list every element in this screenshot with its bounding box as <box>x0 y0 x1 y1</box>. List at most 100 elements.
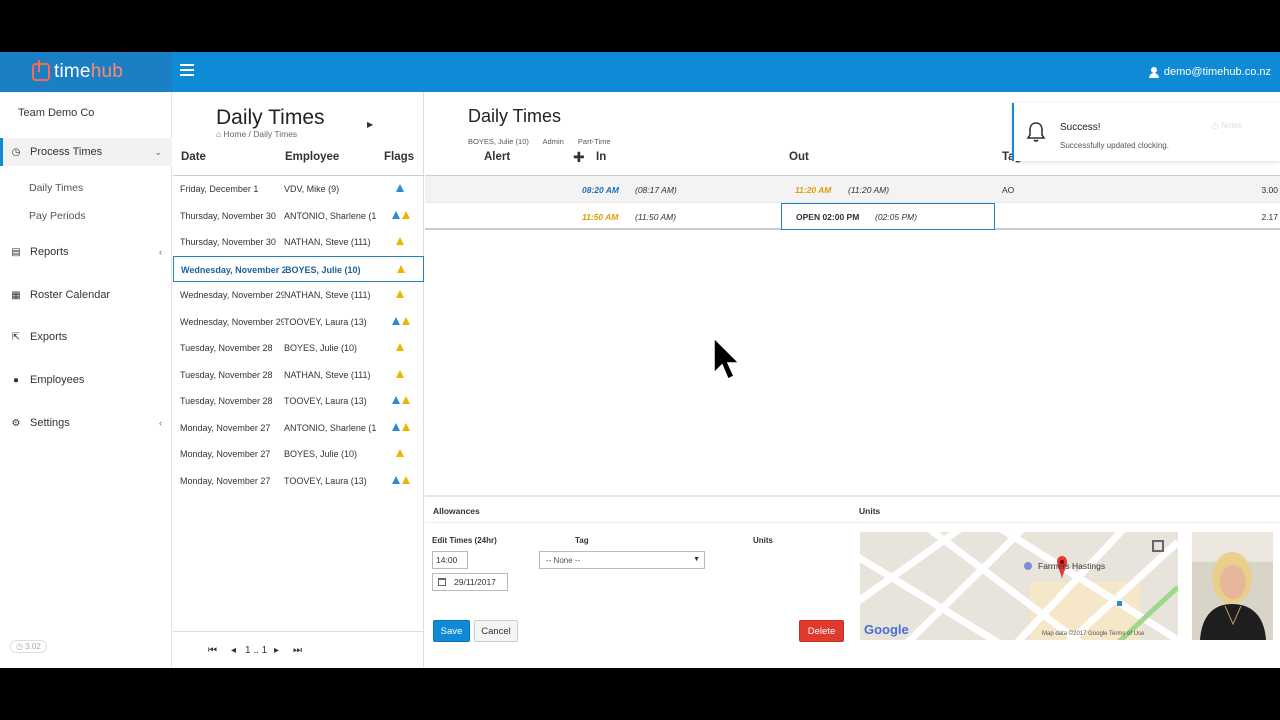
row-employee: BOYES, Julie (10) <box>284 343 358 353</box>
time-input[interactable] <box>432 551 468 569</box>
employment-type: Part-Time <box>577 137 611 146</box>
row-flags <box>392 316 422 328</box>
units-header: Units <box>859 506 881 516</box>
warning-flag-icon <box>402 422 410 431</box>
logo-icon <box>32 60 50 81</box>
clocking-table: 08:20 AM (08:17 AM) 11:20 AM (11:20 AM) … <box>425 175 1280 230</box>
info-flag-icon <box>392 422 400 431</box>
column-header-date[interactable]: Date <box>181 151 206 163</box>
edit-times-label: Edit Times (24hr) <box>432 536 497 545</box>
google-logo: Google <box>864 622 909 637</box>
list-item[interactable]: Friday, December 1 VDV, Mike (9) <box>173 176 424 203</box>
list-item[interactable]: Monday, November 27 BOYES, Julie (10) <box>173 441 424 468</box>
caret-down-icon: ▼ <box>693 556 700 563</box>
row-flags <box>392 342 422 354</box>
row-date: Tuesday, November 28 <box>180 396 273 406</box>
list-item[interactable]: Wednesday, November 29 BOYES, Julie (10) <box>173 255 424 282</box>
sidebar-item-label: Settings <box>30 417 70 429</box>
pagination: ⏮ ◂ 1 .. 1 ▸ ⏭ <box>173 631 424 668</box>
fullscreen-icon[interactable] <box>1152 540 1164 552</box>
list-item[interactable]: Wednesday, November 29 TOOVEY, Laura (13) <box>173 309 424 336</box>
user-menu[interactable]: demo@timehub.co.nz <box>1148 52 1271 92</box>
open-out-cell[interactable]: OPEN 02:00 PM (02:05 PM) <box>781 203 995 230</box>
sidebar-item-roster-calendar[interactable]: ▦ Roster Calendar <box>0 281 172 309</box>
sidebar-item-settings[interactable]: ⚙ Settings ‹ <box>0 409 172 437</box>
in-time: 08:20 AM <box>582 185 620 195</box>
home-icon: ⌂ <box>216 129 224 139</box>
sidebar-subitem-pay-periods[interactable]: Pay Periods <box>29 210 86 222</box>
list-item[interactable]: Tuesday, November 28 NATHAN, Steve (111) <box>173 362 424 389</box>
sidebar-item-process-times[interactable]: ◷ Process Times ⌄ <box>0 138 172 166</box>
clocking-row[interactable]: 08:20 AM (08:17 AM) 11:20 AM (11:20 AM) … <box>425 176 1280 203</box>
list-item[interactable]: Thursday, November 30 NATHAN, Steve (111) <box>173 229 424 256</box>
user-icon <box>1148 66 1159 78</box>
list-item[interactable]: Monday, November 27 TOOVEY, Laura (13) <box>173 468 424 495</box>
menu-toggle-icon[interactable] <box>180 64 194 76</box>
warning-flag-icon <box>397 264 405 273</box>
report-icon: ▤ <box>11 246 21 258</box>
chevron-left-icon: ‹ <box>159 247 162 257</box>
logo[interactable]: timehub <box>0 52 172 92</box>
sidebar-item-employees[interactable]: ● Employees <box>0 366 172 394</box>
list-item[interactable]: Tuesday, November 28 TOOVEY, Laura (13) <box>173 388 424 415</box>
calendar-icon <box>438 578 446 586</box>
sidebar: Team Demo Co ◷ Process Times ⌄ Daily Tim… <box>0 92 172 668</box>
clocking-row[interactable]: 11:50 AM (11:50 AM) OPEN 02:00 PM (02:05… <box>425 203 1280 230</box>
company-name: Team Demo Co <box>18 107 95 119</box>
units-label: Units <box>753 536 773 545</box>
hours-worked: 2.17 <box>1261 212 1278 222</box>
row-date: Monday, November 27 <box>180 449 271 459</box>
first-page-button[interactable]: ⏮ <box>208 645 217 656</box>
delete-button[interactable]: Delete <box>799 620 844 642</box>
row-date: Tuesday, November 28 <box>180 343 273 353</box>
last-page-button[interactable]: ⏭ <box>293 645 302 656</box>
row-flags <box>392 422 422 434</box>
list-item[interactable]: Thursday, November 30 ANTONIO, Sharlene (… <box>173 203 424 230</box>
location-map[interactable]: Farmers Hastings Google Map data ©2017 G… <box>860 532 1178 640</box>
row-flags <box>393 264 423 276</box>
out-raw-time: (02:05 PM) <box>875 212 918 222</box>
sidebar-subitem-daily-times[interactable]: Daily Times <box>29 182 83 194</box>
expand-arrow-icon[interactable]: ▶ <box>367 120 373 129</box>
tag-value: AO <box>1002 185 1015 195</box>
prev-page-button[interactable]: ◂ <box>231 645 236 656</box>
row-date: Thursday, November 30 <box>180 237 276 247</box>
warning-flag-icon <box>402 475 410 484</box>
row-employee: NATHAN, Steve (111) <box>284 369 371 380</box>
toast-message: Successfully updated clocking. <box>1060 141 1169 150</box>
row-employee: TOOVEY, Laura (13) <box>284 396 367 406</box>
info-flag-icon <box>396 184 404 192</box>
export-icon: ⇱ <box>11 331 21 343</box>
app-window: timehub demo@timehub.co.nz Team Demo Co … <box>0 52 1280 668</box>
info-flag-icon <box>392 316 400 325</box>
row-date: Wednesday, November 29 <box>180 316 284 327</box>
next-page-button[interactable]: ▸ <box>274 645 279 656</box>
cancel-button[interactable]: Cancel <box>474 620 518 642</box>
daily-times-list: Friday, December 1 VDV, Mike (9) Thursday,… <box>173 175 424 494</box>
list-item[interactable]: Monday, November 27 ANTONIO, Sharlene (11… <box>173 415 424 442</box>
tag-select[interactable]: -- None -- ▼ <box>539 551 705 569</box>
save-button[interactable]: Save <box>433 620 470 642</box>
row-employee: NATHAN, Steve (111) <box>284 237 371 247</box>
row-flags <box>392 210 422 222</box>
list-item[interactable]: Wednesday, November 29 NATHAN, Steve (111… <box>173 282 424 309</box>
mouse-cursor-icon <box>713 337 741 381</box>
success-toast[interactable]: Success! Successfully updated clocking. … <box>1012 103 1280 161</box>
row-date: Wednesday, November 29 <box>180 290 284 300</box>
column-header-flags[interactable]: Flags <box>384 151 414 163</box>
column-header-employee[interactable]: Employee <box>285 151 339 163</box>
edit-clocking-section: Allowances Units Edit Times (24hr) Tag U… <box>425 495 1280 668</box>
add-clocking-icon[interactable]: ✚ <box>573 149 585 166</box>
row-date: Tuesday, November 28 <box>180 369 273 380</box>
sidebar-item-reports[interactable]: ▤ Reports ‹ <box>0 238 172 266</box>
list-item[interactable]: Tuesday, November 28 BOYES, Julie (10) <box>173 335 424 362</box>
date-input[interactable]: 29/11/2017 <box>432 573 508 591</box>
row-date: Monday, November 27 <box>180 475 271 486</box>
row-employee: VDV, Mike (9) <box>284 184 340 194</box>
warning-flag-icon <box>396 369 404 378</box>
sidebar-item-exports[interactable]: ⇱ Exports <box>0 323 172 351</box>
hours-worked: 3.00 <box>1261 185 1278 195</box>
column-header-alert: Alert <box>484 151 511 163</box>
employee-name: BOYES, Julie (10) <box>468 137 529 146</box>
row-employee: TOOVEY, Laura (13) <box>284 475 367 486</box>
